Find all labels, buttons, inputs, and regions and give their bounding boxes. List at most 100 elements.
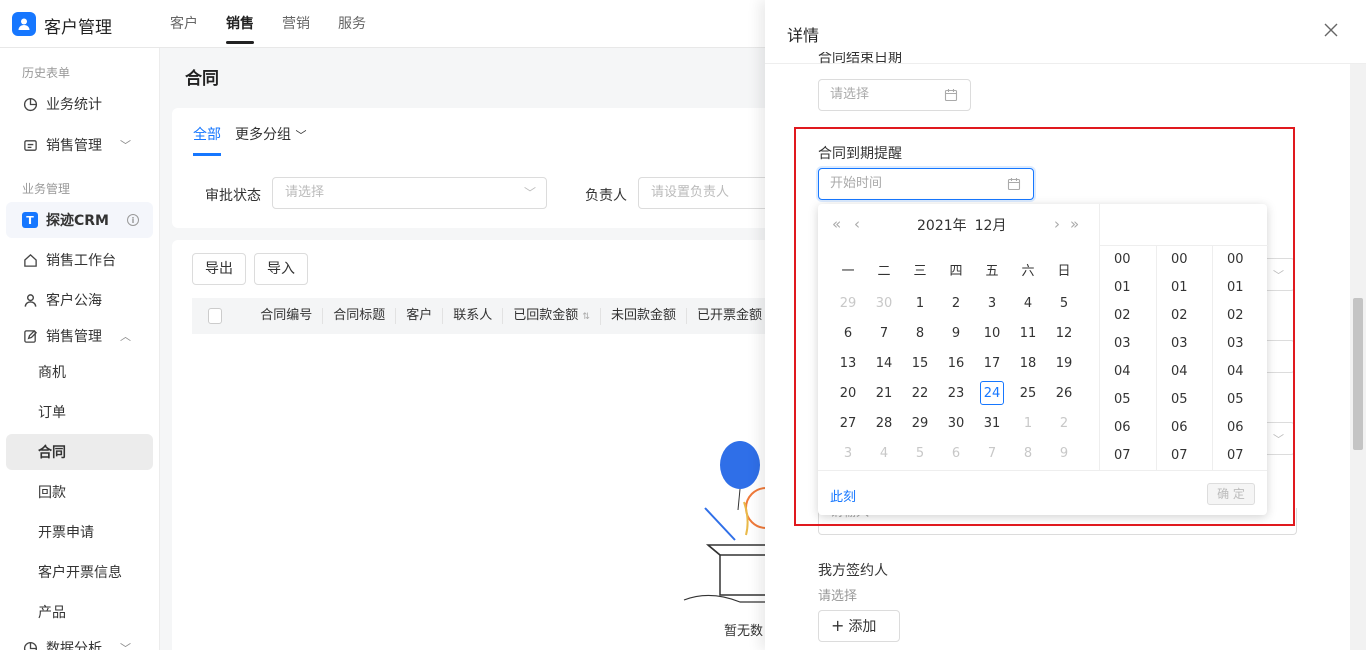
sidebar-item-payments[interactable]: 回款 (6, 474, 153, 510)
column-contract-title[interactable]: 合同标题 (323, 308, 397, 324)
second-column[interactable]: 00 01 02 03 04 05 06 07 (1212, 246, 1268, 470)
calendar-day[interactable]: 3 (974, 288, 1010, 318)
calendar-day[interactable]: 9 (938, 318, 974, 348)
time-option[interactable]: 00 (1157, 246, 1212, 274)
sort-icon[interactable]: ⇅ (582, 312, 590, 322)
confirm-button[interactable]: 确 定 (1207, 483, 1255, 505)
time-option[interactable]: 04 (1157, 358, 1212, 386)
time-option[interactable]: 05 (1157, 386, 1212, 414)
time-option[interactable]: 03 (1100, 330, 1156, 358)
next-month-icon[interactable]: › (1054, 215, 1060, 233)
time-option[interactable]: 00 (1213, 246, 1268, 274)
calendar-day[interactable]: 18 (1010, 348, 1046, 378)
calendar-year[interactable]: 2021年 (917, 218, 967, 234)
calendar-day[interactable]: 23 (938, 378, 974, 408)
time-option[interactable]: 07 (1213, 442, 1268, 470)
calendar-day[interactable]: 21 (866, 378, 902, 408)
sidebar-item-customer-invoice[interactable]: 客户开票信息 (6, 554, 153, 590)
sidebar-item-opportunity[interactable]: 商机 (6, 354, 153, 390)
calendar-day[interactable]: 8 (902, 318, 938, 348)
import-button[interactable]: 导入 (254, 253, 308, 285)
column-unreceived[interactable]: 未回款金额 (601, 308, 687, 324)
time-option[interactable]: 06 (1213, 414, 1268, 442)
scrollbar-thumb[interactable] (1353, 298, 1363, 450)
calendar-day[interactable]: 4 (866, 438, 902, 468)
tab-all[interactable]: 全部 (193, 124, 221, 156)
sidebar-item-sales-mgmt-history[interactable]: 销售管理 ﹀ (6, 127, 153, 163)
calendar-day[interactable]: 1 (902, 288, 938, 318)
sidebar-item-products[interactable]: 产品 (6, 594, 153, 630)
time-option[interactable]: 04 (1213, 358, 1268, 386)
calendar-day[interactable]: 30 (866, 288, 902, 318)
calendar-day[interactable]: 31 (974, 408, 1010, 438)
sidebar-item-sales-mgmt[interactable]: 销售管理 ︿ (6, 318, 153, 354)
calendar-day[interactable]: 22 (902, 378, 938, 408)
time-option[interactable]: 04 (1100, 358, 1156, 386)
time-option[interactable]: 07 (1100, 442, 1156, 470)
time-option[interactable]: 01 (1100, 274, 1156, 302)
calendar-day[interactable]: 17 (974, 348, 1010, 378)
calendar-day[interactable]: 6 (830, 318, 866, 348)
time-option[interactable]: 05 (1213, 386, 1268, 414)
calendar-day[interactable]: 15 (902, 348, 938, 378)
end-date-input[interactable]: 请选择 (818, 79, 971, 111)
calendar-month[interactable]: 12月 (975, 218, 1007, 234)
minute-column[interactable]: 00 01 02 03 04 05 06 07 (1156, 246, 1212, 470)
tab-more-groups[interactable]: 更多分组 ﹀ (235, 124, 306, 144)
calendar-day[interactable]: 2 (1046, 408, 1082, 438)
tab-sales[interactable]: 销售 (226, 0, 254, 48)
calendar-day-today[interactable]: 24 (974, 378, 1010, 408)
calendar-day[interactable]: 30 (938, 408, 974, 438)
calendar-day[interactable]: 28 (866, 408, 902, 438)
calendar-day[interactable]: 19 (1046, 348, 1082, 378)
time-option[interactable]: 05 (1100, 386, 1156, 414)
sidebar-item-public-pool[interactable]: 客户公海 (6, 282, 153, 318)
calendar-day[interactable]: 5 (902, 438, 938, 468)
calendar-day[interactable]: 26 (1046, 378, 1082, 408)
time-option[interactable]: 00 (1100, 246, 1156, 274)
calendar-day[interactable]: 2 (938, 288, 974, 318)
time-option[interactable]: 06 (1100, 414, 1156, 442)
sidebar-item-contracts[interactable]: 合同 (6, 434, 153, 470)
time-option[interactable]: 03 (1157, 330, 1212, 358)
calendar-day[interactable]: 6 (938, 438, 974, 468)
calendar-day[interactable]: 16 (938, 348, 974, 378)
column-contact[interactable]: 联系人 (443, 308, 504, 324)
sidebar-item-crm[interactable]: T 探迹CRM i (6, 202, 153, 238)
sidebar-item-biz-stats[interactable]: 业务统计 (6, 86, 153, 122)
sidebar-item-invoice-apply[interactable]: 开票申请 (6, 514, 153, 550)
info-icon[interactable]: i (127, 214, 139, 226)
calendar-day[interactable]: 11 (1010, 318, 1046, 348)
column-received[interactable]: 已回款金额 ⇅ (503, 307, 601, 325)
tab-customer[interactable]: 客户 (170, 0, 198, 48)
time-option[interactable]: 02 (1213, 302, 1268, 330)
calendar-day[interactable]: 20 (830, 378, 866, 408)
calendar-day[interactable]: 4 (1010, 288, 1046, 318)
calendar-day[interactable]: 7 (866, 318, 902, 348)
close-icon[interactable] (1321, 20, 1341, 40)
calendar-day[interactable]: 1 (1010, 408, 1046, 438)
column-customer[interactable]: 客户 (396, 308, 444, 324)
time-option[interactable]: 02 (1100, 302, 1156, 330)
time-option[interactable]: 01 (1213, 274, 1268, 302)
calendar-day[interactable]: 25 (1010, 378, 1046, 408)
time-option[interactable]: 03 (1213, 330, 1268, 358)
tab-marketing[interactable]: 营销 (282, 0, 310, 48)
calendar-day[interactable]: 14 (866, 348, 902, 378)
calendar-day[interactable]: 9 (1046, 438, 1082, 468)
time-option[interactable]: 06 (1157, 414, 1212, 442)
select-all-checkbox[interactable] (208, 308, 223, 324)
hour-column[interactable]: 00 01 02 03 04 05 06 07 (1100, 246, 1156, 470)
prev-month-icon[interactable]: ‹ (854, 215, 860, 233)
calendar-day[interactable]: 13 (830, 348, 866, 378)
owner-select[interactable]: 请设置负责人 (638, 177, 778, 209)
calendar-day[interactable]: 5 (1046, 288, 1082, 318)
calendar-day[interactable]: 12 (1046, 318, 1082, 348)
calendar-day[interactable]: 7 (974, 438, 1010, 468)
calendar-day[interactable]: 10 (974, 318, 1010, 348)
now-button[interactable]: 此刻 (830, 486, 856, 505)
sidebar-item-workbench[interactable]: 销售工作台 (6, 242, 153, 278)
time-option[interactable]: 02 (1157, 302, 1212, 330)
column-contract-no[interactable]: 合同编号 (250, 308, 324, 324)
time-option[interactable]: 01 (1157, 274, 1212, 302)
